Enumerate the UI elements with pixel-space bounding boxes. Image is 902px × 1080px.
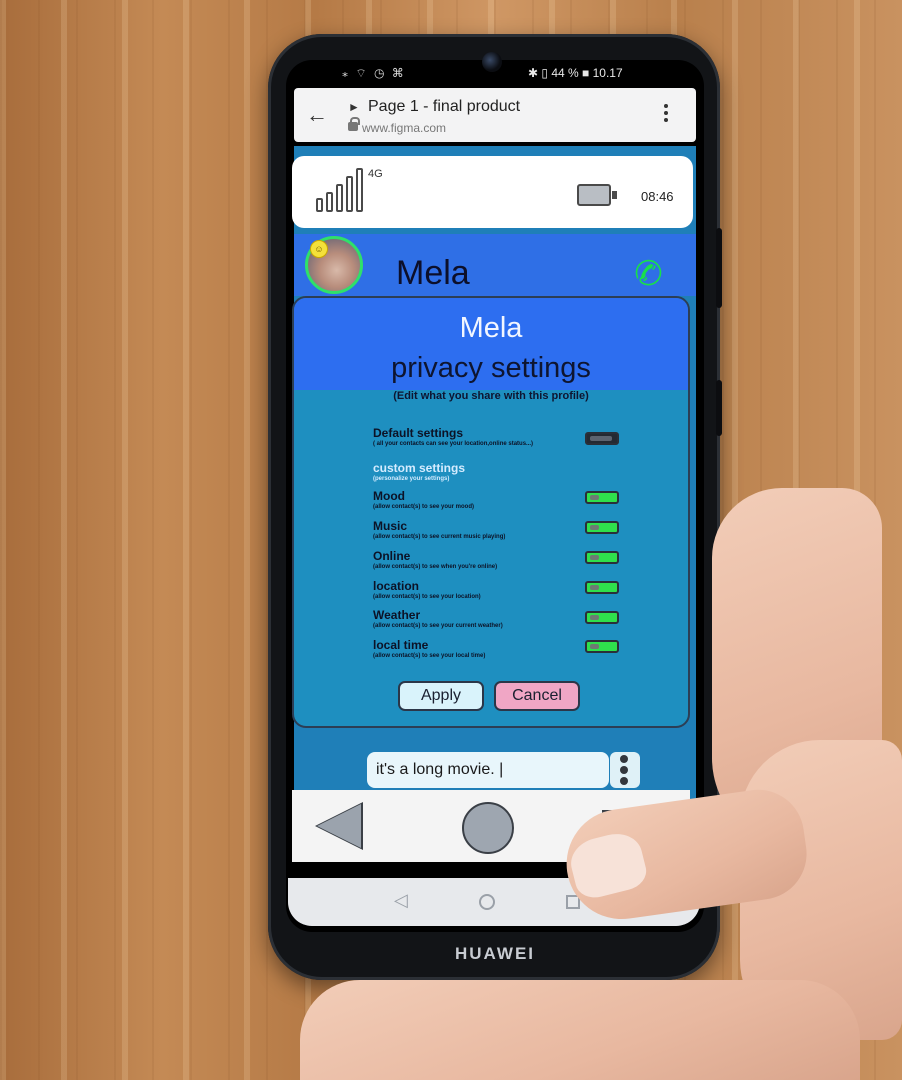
browser-page-title: Page 1 - final product: [368, 98, 521, 115]
setting-mood-title: Mood: [373, 489, 405, 503]
browser-url[interactable]: www.figma.com: [362, 121, 446, 135]
setting-location-toggle[interactable]: [585, 581, 619, 594]
setting-online-toggle[interactable]: [585, 551, 619, 564]
message-input[interactable]: it's a long movie. |: [367, 752, 609, 788]
signal-bar-5-icon: [356, 168, 363, 212]
power-key: [716, 380, 722, 436]
default-settings-title: Default settings: [373, 426, 464, 440]
lock-icon: [348, 117, 360, 131]
prototype-clock: 08:46: [641, 189, 674, 204]
setting-weather-desc: (allow contact(s) to see your current we…: [373, 623, 503, 629]
volume-key: [716, 228, 722, 308]
setting-music-desc: (allow contact(s) to see current music p…: [373, 534, 506, 540]
play-icon: ►: [348, 100, 360, 114]
hand-bottom-fingers: [300, 980, 860, 1080]
mood-emoji-icon: ☺: [310, 240, 328, 258]
setting-localtime-toggle[interactable]: [585, 640, 619, 653]
contact-name: Mela: [396, 254, 470, 292]
setting-location-desc: (allow contact(s) to see your location): [373, 594, 481, 600]
cancel-button[interactable]: Cancel: [494, 681, 580, 711]
setting-localtime-title: local time: [373, 638, 429, 652]
nav-home-icon[interactable]: [462, 802, 514, 854]
modal-title: Mela: [459, 312, 523, 344]
default-settings-desc: ( all your contacts can see your locatio…: [373, 441, 534, 447]
android-back-icon[interactable]: ◁: [394, 890, 408, 911]
custom-settings-title[interactable]: custom settings: [373, 461, 465, 475]
setting-weather-toggle[interactable]: [585, 611, 619, 624]
status-left-icons: ⁎ ⌔ ◷ ⌘: [342, 66, 406, 80]
setting-localtime-desc: (allow contact(s) to see your local time…: [373, 653, 486, 659]
network-type: 4G: [368, 168, 383, 180]
apply-button[interactable]: Apply: [398, 681, 484, 711]
message-options-icon[interactable]: [610, 752, 640, 788]
signal-bar-4-icon: [346, 176, 353, 212]
setting-online-desc: (allow contact(s) to see when you're onl…: [373, 564, 498, 570]
back-arrow-icon[interactable]: ←: [306, 102, 328, 128]
status-right-info: ✱ ▯ 44 % ■ 10.17: [528, 66, 623, 80]
default-settings-toggle[interactable]: [585, 432, 619, 445]
device-brand-logo: HUAWEI: [455, 944, 535, 963]
signal-bar-3-icon: [336, 184, 343, 212]
setting-mood-desc: (allow contact(s) to see your mood): [373, 504, 475, 510]
android-home-icon[interactable]: [479, 894, 495, 910]
front-camera: [482, 52, 502, 72]
signal-bar-1-icon: [316, 198, 323, 212]
setting-music-toggle[interactable]: [585, 521, 619, 534]
custom-settings-desc: (personalize your settings): [373, 476, 450, 482]
setting-location-title: location: [373, 579, 420, 593]
setting-weather-title: Weather: [373, 608, 421, 622]
setting-music-title: Music: [373, 519, 408, 533]
signal-bar-2-icon: [326, 192, 333, 212]
setting-mood-toggle[interactable]: [585, 491, 619, 504]
battery-tip: [612, 191, 617, 199]
battery-icon: [577, 184, 611, 206]
modal-subtitle: privacy settings: [391, 352, 591, 384]
modal-hint: (Edit what you share with this profile): [393, 390, 589, 402]
nav-back-icon[interactable]: [317, 804, 361, 848]
setting-online-title: Online: [373, 549, 411, 563]
overflow-menu-icon[interactable]: [664, 104, 668, 125]
